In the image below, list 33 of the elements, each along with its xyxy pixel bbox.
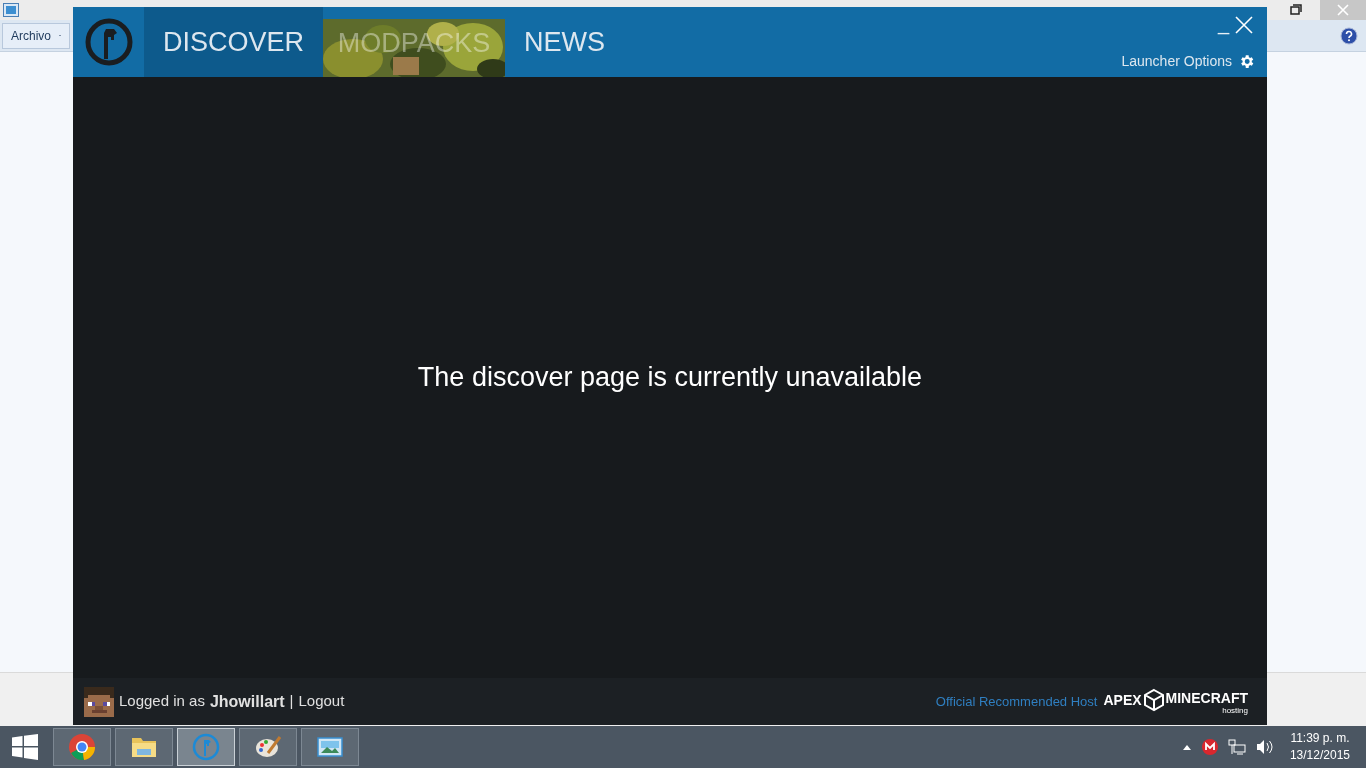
close-icon[interactable] bbox=[1235, 16, 1253, 34]
wrench-logo-icon bbox=[192, 733, 220, 761]
volume-icon[interactable] bbox=[1255, 739, 1274, 755]
separator: | bbox=[289, 691, 294, 712]
taskbar-app-button[interactable] bbox=[115, 728, 173, 766]
app-icon bbox=[3, 3, 19, 17]
settings-icon bbox=[1238, 53, 1255, 70]
start-icon[interactable] bbox=[12, 734, 38, 760]
brand-text: APEX bbox=[1103, 691, 1142, 710]
taskbar-app-button[interactable] bbox=[239, 728, 297, 766]
help-icon[interactable] bbox=[1340, 26, 1358, 45]
logged-in-label: Logged in as bbox=[119, 691, 205, 712]
clock-time: 11:39 p. m. bbox=[1290, 730, 1350, 747]
cube-icon bbox=[1141, 688, 1166, 712]
unavailable-message: The discover page is currently unavailable bbox=[417, 361, 923, 395]
wrench-logo-icon[interactable] bbox=[83, 17, 134, 67]
avatar-icon bbox=[84, 686, 114, 717]
mega-icon[interactable] bbox=[1201, 739, 1218, 755]
nav-tab[interactable]: DISCOVER bbox=[144, 7, 324, 77]
menu-button[interactable]: Archivo bbox=[2, 22, 70, 49]
network-icon[interactable] bbox=[1227, 739, 1246, 755]
chrome-icon bbox=[68, 733, 96, 761]
brand-text: MINECRAFT bbox=[1165, 690, 1248, 706]
logout-link[interactable]: Logout bbox=[298, 690, 345, 713]
launcher-options-button[interactable]: Launcher Options bbox=[1121, 51, 1255, 72]
minimize-button[interactable]: _ bbox=[1217, 13, 1229, 37]
taskbar-app-button[interactable] bbox=[301, 728, 359, 766]
brand-subtext: hosting bbox=[1222, 706, 1248, 715]
taskbar-app-button[interactable] bbox=[53, 728, 111, 766]
caret-up-icon[interactable] bbox=[1181, 743, 1192, 751]
clock-date: 13/12/2015 bbox=[1289, 747, 1350, 764]
username: Jhowillart bbox=[209, 691, 285, 712]
host-link[interactable]: Official Recommended Host bbox=[935, 691, 1098, 712]
